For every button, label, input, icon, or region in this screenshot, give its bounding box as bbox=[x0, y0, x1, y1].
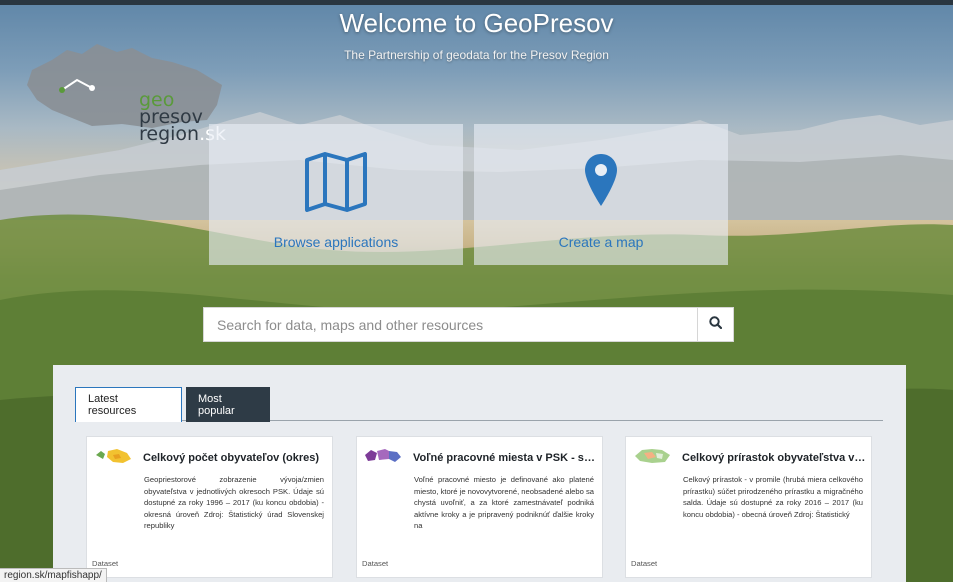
tab-most-popular[interactable]: Most popular bbox=[186, 387, 270, 422]
create-map-label: Create a map bbox=[558, 234, 644, 250]
create-map-tile[interactable]: Create a map bbox=[474, 124, 728, 265]
card-title: Celkový prírastok obyvateľstva v ... bbox=[682, 452, 866, 464]
resource-card[interactable]: Celkový prírastok obyvateľstva v ... Cel… bbox=[625, 436, 872, 578]
site-logo[interactable]: geo presov region.sk bbox=[22, 40, 232, 144]
logo-region-text: region bbox=[139, 123, 200, 145]
status-bar-url: region.sk/mapfishapp/ bbox=[0, 568, 107, 582]
search-icon bbox=[709, 315, 723, 334]
card-description: Geopriestorové zobrazenie vývoja/zmien o… bbox=[144, 475, 324, 530]
dataset-thumbnail-icon bbox=[632, 445, 672, 467]
card-type: Dataset bbox=[92, 559, 119, 568]
card-title: Voľné pracovné miesta v PSK - sp... bbox=[413, 452, 597, 464]
search-bar bbox=[203, 307, 734, 342]
card-description: Voľné pracovné miesto je definované ako … bbox=[414, 475, 594, 530]
resources-tabs: Latest resources Most popular bbox=[75, 387, 883, 422]
map-icon bbox=[304, 152, 368, 217]
map-pin-icon bbox=[583, 152, 619, 213]
page-title: Welcome to GeoPresov bbox=[339, 8, 614, 38]
search-button[interactable] bbox=[697, 308, 733, 341]
card-type: Dataset bbox=[362, 559, 389, 568]
dataset-thumbnail-icon bbox=[93, 445, 133, 467]
top-bar bbox=[0, 0, 953, 5]
card-title: Celkový počet obyvateľov (okres) bbox=[143, 452, 320, 464]
resource-card[interactable]: Celkový počet obyvateľov (okres) Geoprie… bbox=[86, 436, 333, 578]
card-description: Celkový prírastok - v promile (hrubá mie… bbox=[683, 475, 863, 519]
tab-latest-resources[interactable]: Latest resources bbox=[75, 387, 182, 422]
resource-card[interactable]: Voľné pracovné miesta v PSK - sp... Voľn… bbox=[356, 436, 603, 578]
dataset-thumbnail-icon bbox=[363, 445, 403, 467]
search-input[interactable] bbox=[204, 308, 697, 341]
browse-applications-tile[interactable]: Browse applications bbox=[209, 124, 463, 265]
browse-applications-label: Browse applications bbox=[273, 234, 399, 250]
card-type: Dataset bbox=[631, 559, 658, 568]
